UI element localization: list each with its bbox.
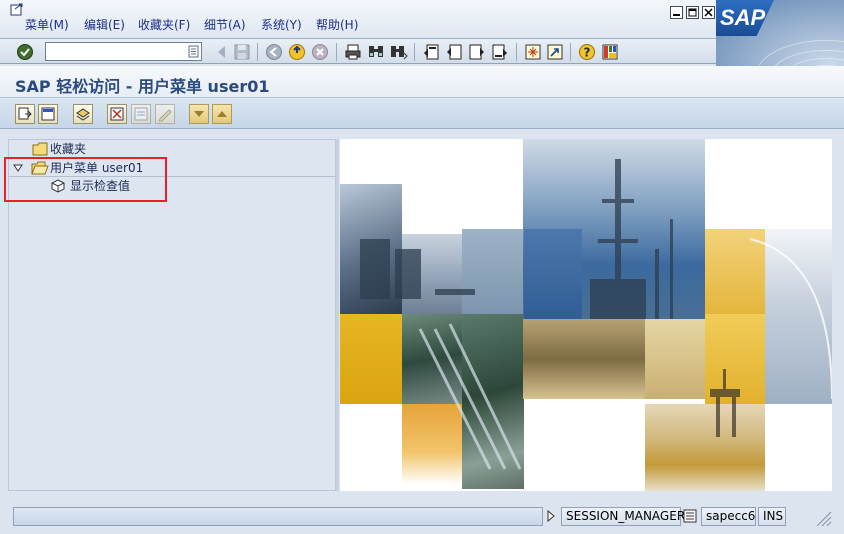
other-menu-button[interactable] (15, 104, 35, 124)
session-field: SESSION_MANAGER (561, 507, 685, 526)
delete-favorite-button[interactable] (107, 104, 127, 124)
first-page-icon[interactable] (422, 43, 440, 61)
svg-text:?: ? (584, 46, 591, 60)
back-icon[interactable] (265, 43, 283, 61)
command-field[interactable] (45, 42, 202, 61)
triangle-down-icon (194, 111, 204, 117)
previous-page-icon[interactable] (445, 43, 463, 61)
transaction-cube-icon (51, 179, 65, 193)
triangle-up-icon (217, 111, 227, 117)
menu-item-menu[interactable]: 菜单(M) (25, 17, 69, 33)
edit-pencil-button[interactable] (155, 104, 175, 124)
next-page-icon[interactable] (468, 43, 486, 61)
status-expand-icon[interactable] (546, 510, 556, 522)
last-page-icon[interactable] (491, 43, 509, 61)
window-menu-icon[interactable] (10, 3, 24, 17)
enter-check-icon[interactable] (16, 43, 34, 61)
print-icon[interactable] (344, 43, 362, 61)
insert-mode-field[interactable]: INS (758, 507, 786, 526)
menu-tree: 收藏夹 用户菜单 user01 显示检查值 (8, 139, 336, 491)
move-down-button[interactable] (189, 104, 209, 124)
close-icon[interactable] (702, 6, 715, 19)
menu-item-details[interactable]: 细节(A) (204, 17, 246, 33)
tree-node-transaction[interactable]: 显示检查值 (9, 177, 169, 195)
change-favorite-icon (134, 107, 148, 121)
other-menu-icon (18, 107, 32, 120)
status-bar: SESSION_MANAGER sapecc6 INS (0, 498, 844, 534)
system-toolbar: ? (0, 38, 716, 64)
tree-node-favorites[interactable]: 收藏夹 (9, 140, 335, 158)
minimize-icon[interactable] (670, 6, 683, 19)
command-history-icon[interactable] (188, 45, 199, 58)
tree-label-favorites: 收藏夹 (50, 142, 87, 156)
page-title: SAP 轻松访问 - 用户菜单 user01 (15, 77, 270, 96)
title-bar: SAP 轻松访问 - 用户菜单 user01 (0, 66, 844, 98)
easy-access-picture (340, 139, 832, 491)
cancel-icon[interactable] (311, 43, 329, 61)
sap-logo-text: SAP (716, 0, 774, 36)
help-icon[interactable]: ? (578, 43, 596, 61)
command-input[interactable] (46, 43, 186, 60)
customize-layout-icon[interactable] (601, 43, 619, 61)
resize-grip-icon[interactable] (814, 509, 832, 527)
pane-splitter[interactable] (336, 139, 339, 491)
create-role-icon (41, 107, 55, 121)
menu-item-edit[interactable]: 编辑(E) (84, 17, 125, 33)
pencil-icon (158, 109, 172, 122)
move-up-button[interactable] (212, 104, 232, 124)
menu-item-favorites[interactable]: 收藏夹(F) (138, 17, 190, 33)
add-to-favorites-button[interactable] (73, 104, 93, 124)
find-next-icon[interactable] (390, 43, 408, 61)
back-arrow-icon[interactable] (213, 43, 231, 61)
save-icon[interactable] (233, 43, 251, 61)
main-area: 收藏夹 用户菜单 user01 显示检查值 (0, 130, 844, 498)
create-role-button[interactable] (38, 104, 58, 124)
expand-triangle-icon[interactable] (13, 164, 23, 172)
create-session-icon[interactable] (524, 43, 542, 61)
tree-node-user-menu[interactable]: 用户菜单 user01 (9, 159, 335, 177)
tree-label-transaction: 显示检查值 (70, 179, 131, 193)
status-message (13, 507, 543, 526)
menu-item-help[interactable]: 帮助(H) (316, 17, 358, 33)
server-field: sapecc6 (701, 507, 756, 526)
exit-icon[interactable] (288, 43, 306, 61)
shortcut-icon[interactable] (546, 43, 564, 61)
delete-favorite-icon (110, 107, 124, 121)
open-folder-icon (31, 161, 49, 175)
application-toolbar (0, 99, 844, 129)
favorites-add-icon (76, 108, 90, 121)
industrial-scene-illustration (360, 159, 832, 470)
find-icon[interactable] (367, 43, 385, 61)
folder-icon (32, 142, 48, 156)
maximize-icon[interactable] (686, 6, 699, 19)
menu-item-system[interactable]: 系统(Y) (261, 17, 302, 33)
tree-label-user-menu: 用户菜单 user01 (50, 161, 144, 175)
session-list-icon[interactable] (683, 509, 697, 523)
change-favorite-button[interactable] (131, 104, 151, 124)
